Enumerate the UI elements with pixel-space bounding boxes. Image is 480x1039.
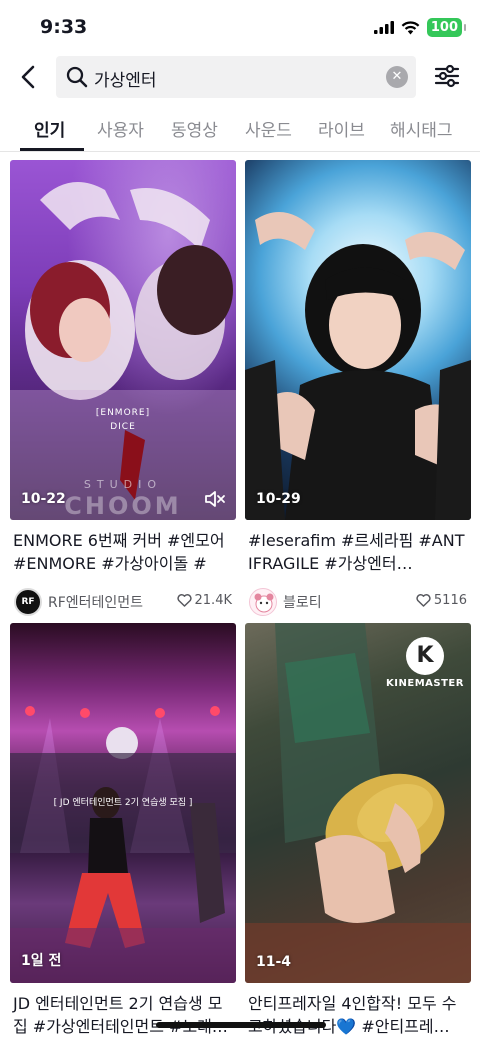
video-card[interactable]: [ENMORE] DICE STUDIO CHOOM 10-22 ENMORE …	[10, 160, 236, 620]
search-icon	[66, 66, 88, 88]
video-card[interactable]: [ JD 엔터테인먼트 2기 연습생 모집 ] 1일 전 JD 엔터테인먼트 2…	[10, 623, 236, 1038]
heart-icon	[416, 594, 431, 607]
muted-speaker-icon[interactable]	[204, 490, 226, 508]
avatar[interactable]: RF	[14, 588, 42, 616]
video-thumbnail[interactable]: [ENMORE] DICE STUDIO CHOOM 10-22	[10, 160, 236, 520]
status-icons: 100	[373, 18, 467, 37]
tab-users[interactable]: 사용자	[97, 116, 144, 141]
like-count: 21.4K	[176, 593, 232, 608]
overlay-line: DICE	[110, 422, 136, 432]
clock: 9:33	[40, 16, 88, 38]
video-date: 11-4	[256, 954, 292, 970]
watermark: STUDIO	[83, 478, 163, 491]
search-tabs: 인기 사용자 동영상 사운드 라이브 해시태그	[0, 108, 480, 152]
like-count: 5116	[416, 593, 467, 608]
tab-live[interactable]: 라이브	[318, 116, 365, 141]
video-date: 1일 전	[21, 953, 62, 969]
overlay-banner: [ JD 엔터테인먼트 2기 연습생 모집 ]	[53, 798, 193, 808]
avatar[interactable]	[249, 588, 277, 616]
tab-hashtags[interactable]: 해시태그	[390, 116, 453, 141]
status-bar: 9:33 100	[0, 0, 480, 56]
search-header: 가상엔터 ✕	[0, 54, 480, 100]
wifi-icon	[401, 20, 420, 34]
thumbnail-art	[245, 212, 471, 520]
thumbnail-art	[10, 182, 236, 520]
tab-top[interactable]: 인기	[34, 116, 65, 141]
active-tab-indicator	[20, 148, 84, 151]
video-card[interactable]: K KINEMASTER 11-4 안티프레자일 4인합작! 모두 수고하셨습니…	[245, 623, 471, 1038]
signal-icon	[373, 21, 394, 34]
search-input[interactable]: 가상엔터 ✕	[56, 56, 416, 98]
video-thumbnail[interactable]: K KINEMASTER 11-4	[245, 623, 471, 983]
video-meta: RF RF엔터테인먼트 21.4K	[10, 584, 236, 620]
tab-sounds[interactable]: 사운드	[245, 116, 292, 141]
avatar-image	[254, 593, 274, 613]
video-caption[interactable]: ENMORE 6번째 커버 #엔모어 #ENMORE #가상아이돌 #가…	[10, 529, 236, 575]
like-count-value: 21.4K	[194, 593, 232, 608]
overlay-line: [ENMORE]	[95, 408, 151, 418]
video-caption[interactable]: #leserafim #르세라핌 #ANTIFRAGILE #가상엔터…	[245, 529, 471, 575]
like-count-value: 5116	[433, 593, 467, 608]
video-meta: 블로티 5116	[245, 584, 471, 620]
kinemaster-logo: K KINEMASTER	[385, 637, 465, 689]
heart-icon	[176, 594, 192, 607]
avatar-text: RF	[21, 597, 35, 607]
overlay-text: [ENMORE] DICE	[10, 406, 236, 434]
video-date: 10-29	[256, 491, 301, 507]
username[interactable]: RF엔터테인먼트	[48, 592, 143, 612]
username[interactable]: 블로티	[283, 592, 322, 612]
video-date: 10-22	[21, 491, 66, 507]
battery-icon: 100	[426, 18, 467, 37]
tab-videos[interactable]: 동영상	[171, 116, 218, 141]
video-thumbnail[interactable]: [ JD 엔터테인먼트 2기 연습생 모집 ] 1일 전	[10, 623, 236, 983]
video-thumbnail[interactable]: 10-29	[245, 160, 471, 520]
clear-search-icon[interactable]: ✕	[386, 66, 408, 88]
video-caption[interactable]: 안티프레자일 4인합작! 모두 수고하셨습니다💙 #안티프레…	[245, 992, 471, 1038]
filter-icon[interactable]	[434, 64, 460, 92]
search-query-text[interactable]: 가상엔터	[94, 66, 157, 91]
video-caption[interactable]: JD 엔터테인먼트 2기 연습생 모집 #가상엔터테인먼트 #노래…	[10, 992, 236, 1038]
watermark: KINEMASTER	[386, 678, 464, 689]
home-indicator[interactable]	[156, 1022, 326, 1028]
back-arrow-icon[interactable]	[14, 62, 44, 92]
video-card[interactable]: 10-29 #leserafim #르세라핌 #ANTIFRAGILE #가상엔…	[245, 160, 471, 620]
